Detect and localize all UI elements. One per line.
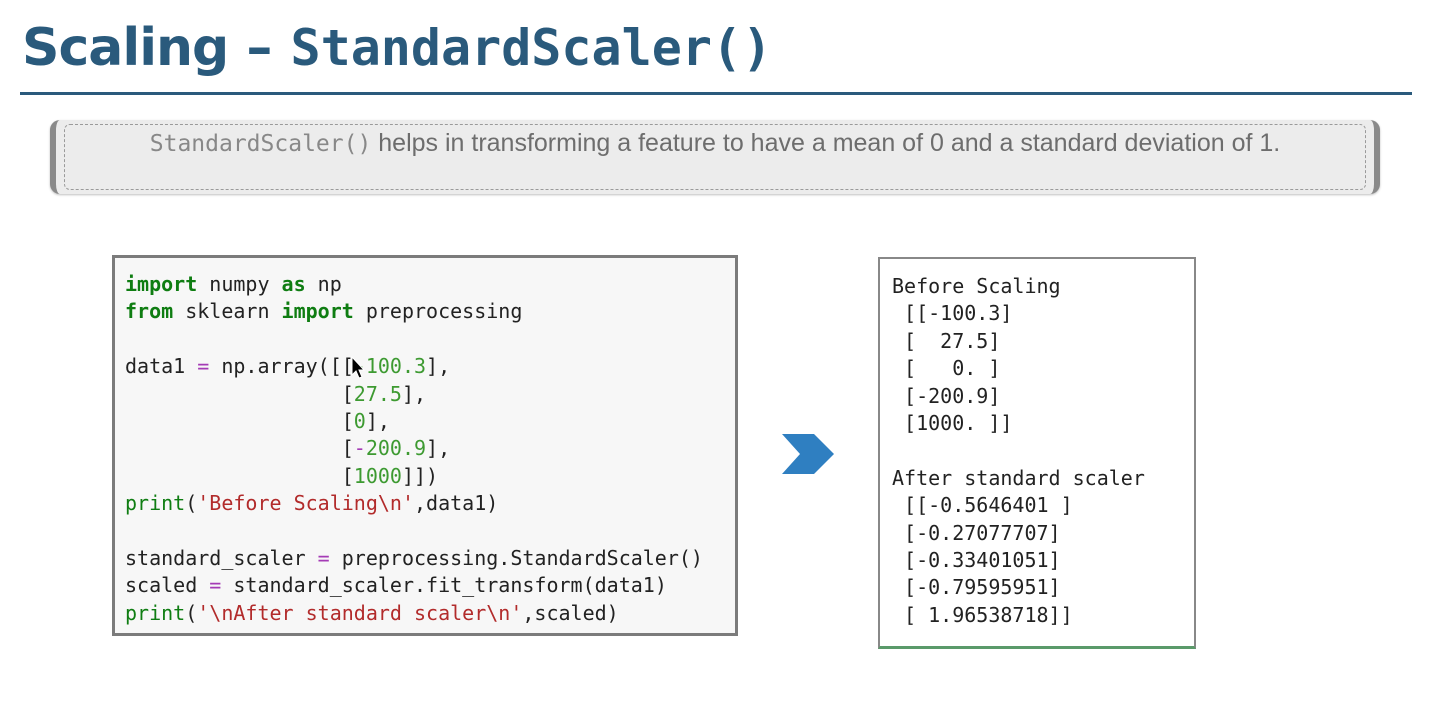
chevron-right-icon (782, 434, 834, 474)
code-block: import numpy as np from sklearn import p… (125, 271, 703, 627)
title-dash: – (228, 18, 291, 78)
title-code: StandardScaler() (290, 19, 773, 77)
description-body: helps in transforming a feature to have … (371, 129, 1281, 157)
output-box: Before Scaling [[-100.3] [ 27.5] [ 0. ] … (878, 257, 1196, 649)
code-line: from sklearn import preprocessing (125, 299, 523, 324)
output-line: [ 0. ] (892, 356, 1001, 381)
output-line: After standard scaler (892, 465, 1145, 490)
output-line: Before Scaling (892, 274, 1061, 298)
title-word: Scaling (22, 18, 229, 78)
code-line: [0], (125, 409, 390, 434)
output-line: [1000. ]] (892, 411, 1013, 436)
slide-title: Scaling – StandardScaler() (22, 8, 772, 88)
output-line: [ 1.96538718]] (892, 602, 1073, 627)
code-snippet-box: import numpy as np from sklearn import p… (112, 255, 738, 636)
title-underline (20, 92, 1412, 95)
output-line: [-0.79595951] (892, 575, 1061, 600)
code-line: [1000]]) (125, 463, 439, 488)
output-line: [[-0.5646401 ] (892, 493, 1073, 518)
output-line: [ 27.5] (892, 328, 1001, 353)
code-line: print('Before Scaling\n',data1) (125, 491, 499, 516)
code-line: [-200.9], (125, 436, 451, 461)
code-line: standard_scaler = preprocessing.Standard… (125, 546, 703, 571)
code-line: scaled = standard_scaler.fit_transform(d… (125, 573, 667, 598)
code-line: print('\nAfter standard scaler\n',scaled… (125, 600, 619, 625)
output-line: [-0.33401051] (892, 548, 1061, 573)
code-line: data1 = np.array([[-100.3], (125, 354, 451, 379)
description-callout: StandardScaler() helps in transforming a… (50, 120, 1380, 194)
output-line: [-0.27077707] (892, 520, 1061, 545)
description-text: StandardScaler() helps in transforming a… (64, 124, 1366, 190)
mouse-pointer-icon (351, 356, 366, 379)
code-line: import numpy as np (125, 272, 342, 296)
code-line: [27.5], (125, 381, 427, 406)
output-line: [[-100.3] (892, 301, 1013, 326)
description-code: StandardScaler() (149, 131, 372, 157)
output-block: Before Scaling [[-100.3] [ 27.5] [ 0. ] … (892, 273, 1145, 629)
output-line: [-200.9] (892, 383, 1001, 408)
